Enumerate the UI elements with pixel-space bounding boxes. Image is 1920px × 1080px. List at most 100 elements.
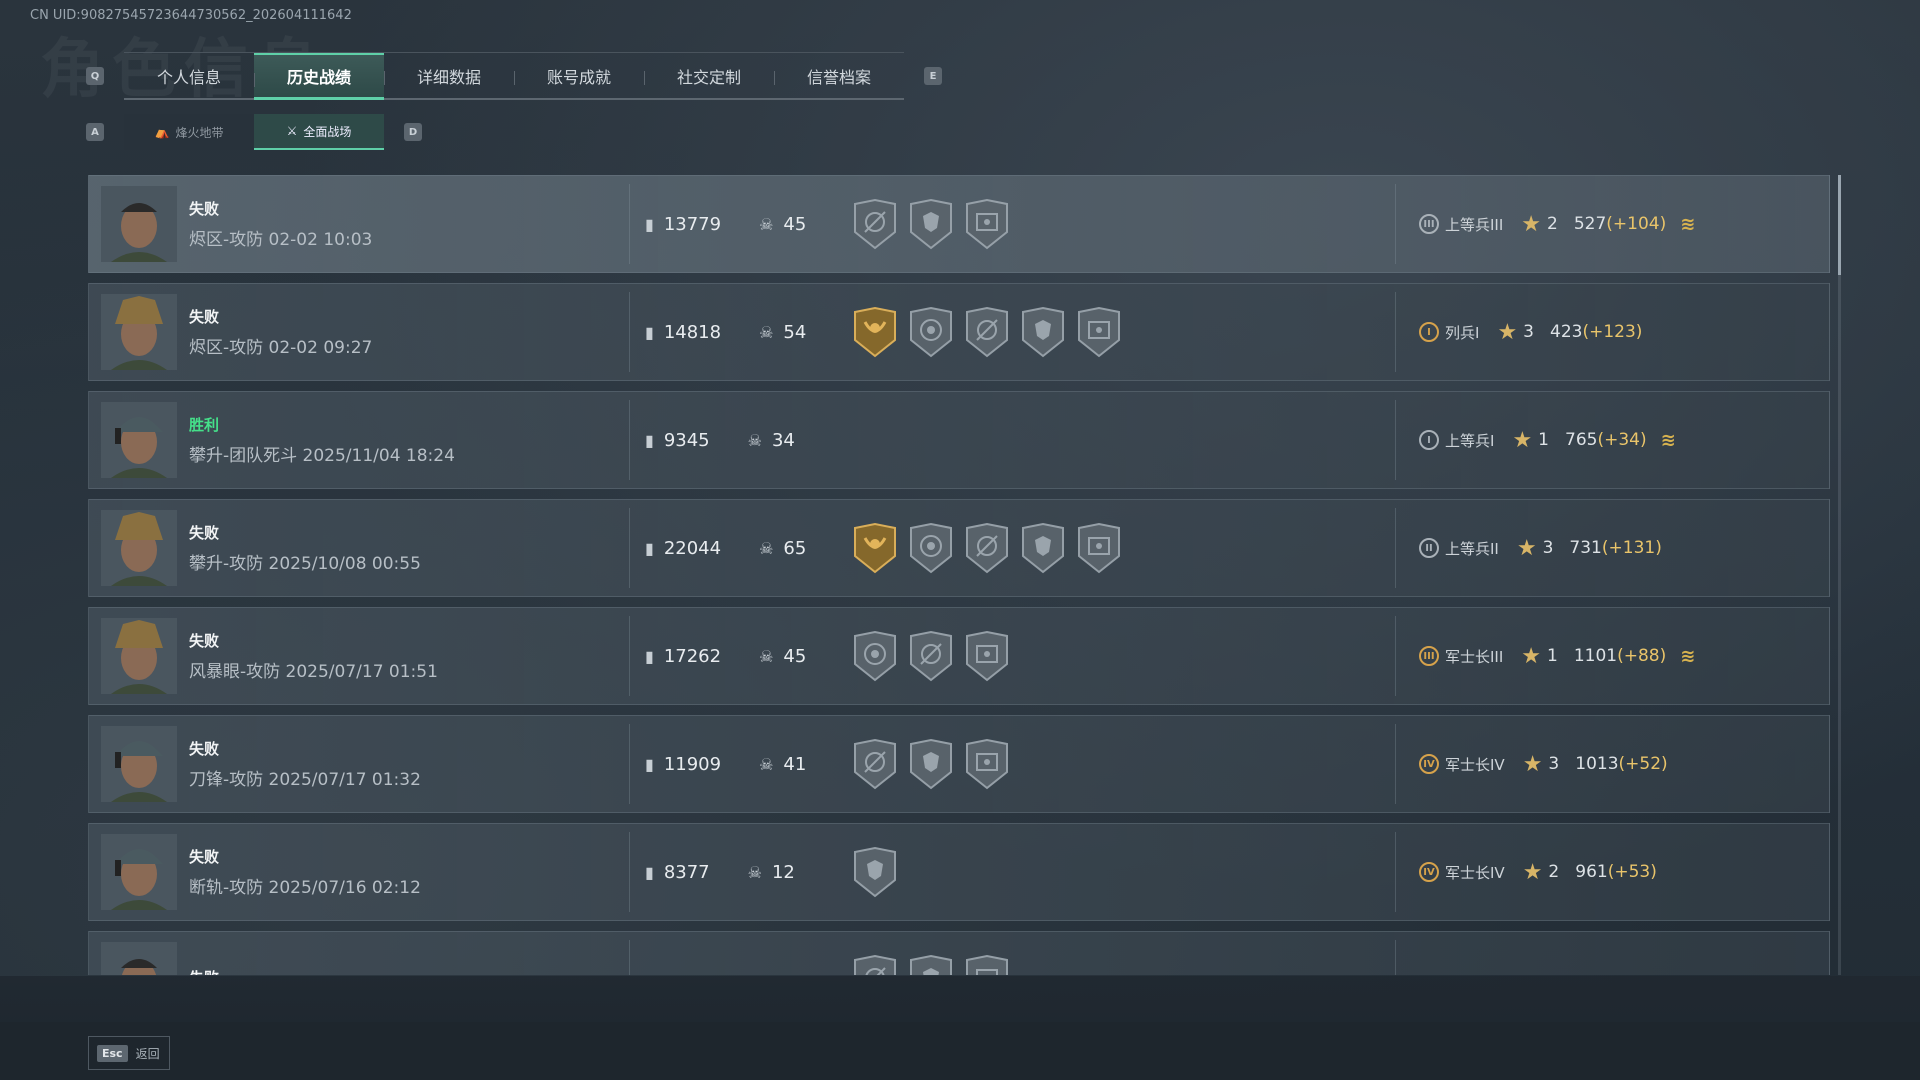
row-divider [1395,940,1396,975]
tab-4[interactable]: 社交定制 [644,53,774,98]
crosshair-badge-icon[interactable] [963,522,1011,574]
next-subtab-key[interactable]: D [404,123,422,141]
esc-key: Esc [97,1044,128,1062]
placement-star-icon: ★ [1521,211,1542,237]
tab-3[interactable]: 账号成就 [514,53,644,98]
rank-points: 423(+123) [1550,322,1642,342]
eye-scope-badge-icon[interactable] [963,198,1011,250]
skull-helmet-badge-icon[interactable] [851,846,899,898]
row-divider [629,832,630,912]
row-divider [1395,508,1396,588]
prev-tab-key[interactable]: Q [86,67,104,85]
operator-avatar [101,834,177,910]
beacon-icon: ⛺ [154,125,170,139]
tab-2[interactable]: 详细数据 [384,53,514,98]
rank-info: I 上等兵I ★ 1 765(+34) ≋ [1419,428,1676,453]
crosshair-badge-icon[interactable] [851,954,899,975]
match-score: 17262 [663,645,722,667]
skull-helmet-badge-icon[interactable] [1019,522,1067,574]
row-divider [629,940,630,975]
subtab-1[interactable]: ⚔ 全面战场 [254,114,384,150]
operator-avatar [101,618,177,694]
match-kills: 54 [783,321,807,343]
back-label: 返回 [135,1046,160,1061]
rank-name: 上等兵II [1445,539,1499,558]
match-row[interactable]: 失败 攀升-攻防 2025/10/08 00:55 ▮ 22044 ☠ 65 II 上等兵II… [88,499,1830,597]
match-row[interactable]: 失败 断轨-攻防 2025/07/16 02:12 ▮ 8377 ☠ 12 IV 军士长IV ★… [88,823,1830,921]
operator-avatar [101,402,177,478]
rank-name: 上等兵III [1445,215,1504,234]
match-row[interactable]: 失败 烬区-攻防 02-02 09:27 ▮ 14818 ☠ 54 I 列兵I ★ 3 423(+1… [88,283,1830,381]
rank-info: III 军士长III ★ 1 1101(+88) ≋ [1419,644,1695,669]
rank-name: 军士长IV [1445,863,1505,882]
rank-emblem-icon: IV [1419,754,1439,774]
eye-scope-badge-icon[interactable] [963,954,1011,975]
match-row[interactable]: 失败 风暴眼-攻防 2025/07/17 01:51 ▮ 17262 ☠ 45 III 军士长… [88,607,1830,705]
crosshair-badge-icon[interactable] [963,306,1011,358]
match-mode-time: 烬区-攻防 02-02 09:27 [189,338,373,358]
match-score: 14818 [663,321,722,343]
rank-info: IV 军士长IV ★ 3 1013(+52) [1419,752,1668,777]
subtab-0[interactable]: ⛺ 烽火地带 [124,114,254,150]
row-divider [1395,184,1396,264]
score-bar-icon: ▮ [645,754,654,774]
scroll-thumb[interactable] [1838,175,1841,275]
score-bar-icon: ▮ [645,646,654,666]
prev-subtab-key[interactable]: A [86,123,104,141]
eye-scope-badge-icon[interactable] [1075,522,1123,574]
rank-points-delta: (+53) [1607,862,1657,882]
skull-helmet-badge-icon[interactable] [907,198,955,250]
match-row[interactable]: 失败 刀锋-攻防 2025/07/17 01:32 ▮ 11909 ☠ 41 IV 军士长IV… [88,715,1830,813]
gold-laurel-badge-icon[interactable] [851,522,899,574]
target-skull-badge-icon[interactable] [907,522,955,574]
skull-helmet-badge-icon[interactable] [907,738,955,790]
match-stats: ▮ 9345 ☠ 34 [645,430,795,451]
rank-points: 1013(+52) [1575,754,1667,774]
rank-points-delta: (+88) [1617,646,1667,666]
skull-helmet-badge-icon[interactable] [907,954,955,975]
crosshair-badge-icon[interactable] [907,630,955,682]
crosshair-badge-icon[interactable] [851,738,899,790]
operator-avatar [101,942,177,975]
match-info: 失败 [189,967,629,976]
match-row[interactable]: 失败 烬区-攻防 02-02 10:03 ▮ 13779 ☠ 45 III 上等兵III ★ 2 5… [88,175,1830,273]
eye-scope-badge-icon[interactable] [963,738,1011,790]
row-divider [629,616,630,696]
match-info: 失败 攀升-攻防 2025/10/08 00:55 [189,522,629,574]
gold-laurel-badge-icon[interactable] [851,306,899,358]
placement-star-icon: ★ [1497,319,1518,345]
rank-points-delta: (+131) [1601,538,1662,558]
tab-5[interactable]: 信誉档案 [774,53,904,98]
sub-tabbar: A ⛺ 烽火地带 ⚔ 全面战场 D [86,114,422,150]
rank-points-value: 1013 [1575,754,1619,774]
back-button[interactable]: Esc 返回 [88,1036,170,1070]
rank-name: 军士长III [1445,647,1504,666]
match-kills: 45 [783,645,807,667]
tab-0[interactable]: 个人信息 [124,53,254,98]
crosshair-badge-icon[interactable] [851,198,899,250]
target-skull-badge-icon[interactable] [851,630,899,682]
match-stats: ▮ 8377 ☠ 12 [645,862,795,883]
match-score: 13779 [663,213,722,235]
match-stats: ▮ 13779 ☠ 45 [645,214,806,235]
match-kills: 12 [771,861,795,883]
tab-1[interactable]: 历史战绩 [254,53,384,100]
skull-helmet-badge-icon[interactable] [1019,306,1067,358]
next-tab-key[interactable]: E [924,67,942,85]
kills-skull-icon: ☠ [759,322,774,342]
match-badges [851,846,899,898]
eye-scope-badge-icon[interactable] [963,630,1011,682]
rank-name: 军士长IV [1445,755,1505,774]
scrollbar[interactable] [1838,175,1841,975]
rank-points-delta: (+104) [1606,214,1667,234]
target-skull-badge-icon[interactable] [907,306,955,358]
match-row[interactable]: 胜利 攀升-团队死斗 2025/11/04 18:24 ▮ 9345 ☠ 34 I 上等兵I ★… [88,391,1830,489]
rank-emblem-icon: III [1419,214,1439,234]
match-row[interactable]: 失败 [88,931,1830,975]
row-divider [629,724,630,804]
row-divider [1395,832,1396,912]
match-badges [851,954,1011,975]
row-divider [1395,724,1396,804]
eye-scope-badge-icon[interactable] [1075,306,1123,358]
match-result: 失败 [189,848,220,866]
